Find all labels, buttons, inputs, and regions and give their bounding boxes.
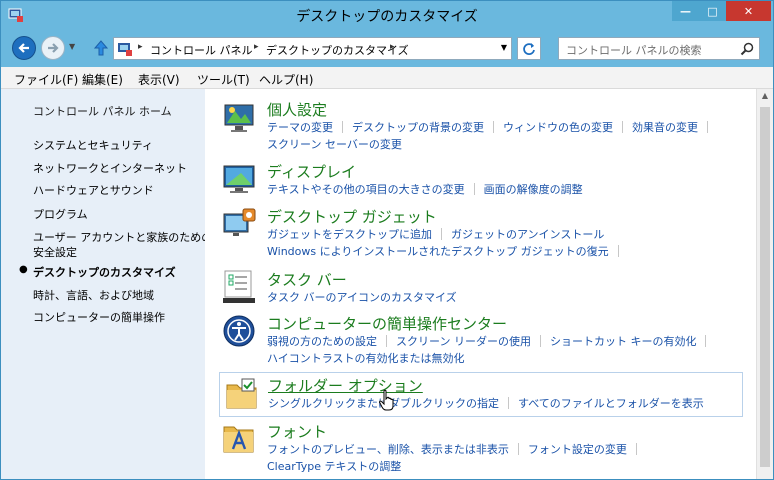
scroll-up-arrow-icon[interactable]: ▲ <box>757 91 773 103</box>
address-bar[interactable]: ▸ コントロール パネル ▸ デスクトップのカスタマイズ ▸ ▼ <box>113 37 512 60</box>
category-title[interactable]: タスク バー <box>267 269 347 290</box>
menu-view[interactable]: 表示(V) <box>138 71 180 88</box>
breadcrumb-separator[interactable]: ▸ <box>138 42 143 52</box>
link-change-background[interactable]: デスクトップの背景の変更 <box>352 121 484 134</box>
control-panel-home-link[interactable]: コントロール パネル ホーム <box>33 103 172 119</box>
recent-pages-dropdown[interactable]: ▼ <box>69 42 75 51</box>
category-gadgets: デスクトップ ガジェット ガジェットをデスクトップに追加 ガジェットのアンインスト… <box>221 206 742 262</box>
back-arrow-icon <box>18 43 29 53</box>
category-links: テーマの変更 デスクトップの背景の変更 ウィンドウの色の変更 効果音の変更 スクリーン… <box>267 119 737 153</box>
link-low-vision[interactable]: 弱視の方のための設定 <box>267 335 377 348</box>
link-uninstall-gadget[interactable]: ガジェットのアンインストール <box>451 228 604 241</box>
category-taskbar: タスク バー タスク バーのアイコンのカスタマイズ <box>221 269 742 309</box>
sidebar-item-appearance[interactable]: デスクトップのカスタマイズ <box>33 264 176 280</box>
link-text-size[interactable]: テキストやその他の項目の大きさの変更 <box>267 183 465 196</box>
minimize-button[interactable]: — <box>672 1 699 21</box>
breadcrumb-control-panel[interactable]: コントロール パネル <box>150 42 253 58</box>
sidebar-item-user-accounts[interactable]: ユーザー アカウントと家族のための <box>33 229 212 245</box>
category-links: タスク バーのアイコンのカスタマイズ <box>267 289 737 306</box>
sidebar-item-ease-of-access[interactable]: コンピューターの簡単操作 <box>33 309 165 325</box>
minimize-icon: — <box>680 4 691 18</box>
category-ease-of-access: コンピューターの簡単操作センター 弱視の方のための設定 スクリーン リーダーの使用… <box>221 313 742 369</box>
link-screen-resolution[interactable]: 画面の解像度の調整 <box>484 183 583 196</box>
close-button[interactable]: ✕ <box>726 1 771 21</box>
sidebar-item-system-security[interactable]: システムとセキュリティ <box>33 137 153 153</box>
link-change-window-color[interactable]: ウィンドウの色の変更 <box>503 121 613 134</box>
category-fonts: フォント フォントのプレビュー、削除、表示または非表示 フォント設定の変更 Cle… <box>221 421 742 477</box>
category-personalization: 個人設定 テーマの変更 デスクトップの背景の変更 ウィンドウの色の変更 効果音の変更 … <box>221 99 742 151</box>
link-change-sounds[interactable]: 効果音の変更 <box>632 121 698 134</box>
menu-help[interactable]: ヘルプ(H) <box>259 71 313 88</box>
category-title[interactable]: コンピューターの簡単操作センター <box>267 313 507 334</box>
scroll-thumb[interactable] <box>760 107 770 467</box>
breadcrumb-current[interactable]: デスクトップのカスタマイズ <box>266 42 409 58</box>
active-item-bullet: ● <box>19 264 28 275</box>
category-title[interactable]: デスクトップ ガジェット <box>267 206 437 227</box>
category-title[interactable]: フォルダー オプション <box>268 375 423 396</box>
link-font-preview[interactable]: フォントのプレビュー、削除、表示または非表示 <box>267 443 509 456</box>
link-shortcut-keys[interactable]: ショートカット キーの有効化 <box>550 335 697 348</box>
link-change-theme[interactable]: テーマの変更 <box>267 121 333 134</box>
title-bar[interactable]: デスクトップのカスタマイズ — □ ✕ <box>1 1 773 31</box>
breadcrumb-separator[interactable]: ▸ <box>254 42 259 52</box>
link-change-screensaver[interactable]: スクリーン セーバーの変更 <box>267 138 402 151</box>
address-history-dropdown[interactable]: ▼ <box>501 43 507 52</box>
link-font-settings[interactable]: フォント設定の変更 <box>528 443 627 456</box>
display-icon[interactable] <box>221 161 257 197</box>
category-links: フォントのプレビュー、削除、表示または非表示 フォント設定の変更 ClearTyp… <box>267 441 737 475</box>
menu-bar: ファイル(F) 編集(E) 表示(V) ツール(T) ヘルプ(H) <box>1 67 773 89</box>
category-links: ガジェットをデスクトップに追加 ガジェットのアンインストール Windows によ… <box>267 226 737 260</box>
category-links: シングルクリックまたはダブルクリックの指定すべてのファイルとフォルダーを表示 <box>268 395 738 412</box>
ease-of-access-icon[interactable] <box>221 313 257 349</box>
maximize-icon: □ <box>707 4 718 18</box>
link-add-gadget[interactable]: ガジェットをデスクトップに追加 <box>267 228 432 241</box>
forward-button[interactable] <box>41 36 65 60</box>
category-title[interactable]: フォント <box>267 421 327 442</box>
close-icon: ✕ <box>743 4 754 18</box>
forward-arrow-icon <box>48 43 59 53</box>
menu-edit[interactable]: 編集(E) <box>82 71 123 88</box>
category-links: 弱視の方のための設定 スクリーン リーダーの使用 ショートカット キーの有効化 ハイ… <box>267 333 737 367</box>
window: デスクトップのカスタマイズ — □ ✕ ▼ ▸ コントロール パネル ▸ デスク… <box>0 0 774 480</box>
window-title: デスクトップのカスタマイズ <box>296 9 478 25</box>
sidebar-item-user-accounts-line2[interactable]: 安全設定 <box>33 244 77 260</box>
control-panel-icon <box>118 43 132 56</box>
back-button[interactable] <box>12 36 36 60</box>
search-icon[interactable] <box>740 42 754 56</box>
link-high-contrast[interactable]: ハイコントラストの有効化または無効化 <box>267 352 465 365</box>
search-placeholder: コントロール パネルの検索 <box>566 44 702 57</box>
breadcrumb-separator[interactable]: ▸ <box>390 42 395 52</box>
menu-file[interactable]: ファイル(F) <box>14 71 78 88</box>
gadgets-icon[interactable] <box>221 206 257 242</box>
category-links: テキストやその他の項目の大きさの変更 画面の解像度の調整 <box>267 181 737 198</box>
maximize-button[interactable]: □ <box>699 1 726 21</box>
category-title[interactable]: ディスプレイ <box>267 161 356 182</box>
left-navigation-pane: コントロール パネル ホーム システムとセキュリティ ネットワークとインターネッ… <box>1 89 212 479</box>
main-content-pane: 個人設定 テーマの変更 デスクトップの背景の変更 ウィンドウの色の変更 効果音の変更 … <box>205 89 756 479</box>
hand-cursor-icon <box>379 389 394 411</box>
menu-tools[interactable]: ツール(T) <box>197 71 250 88</box>
link-restore-gadgets[interactable]: Windows によりインストールされたデスクトップ ガジェットの復元 <box>267 245 609 258</box>
refresh-button[interactable] <box>517 37 541 60</box>
navigation-bar: ▼ ▸ コントロール パネル ▸ デスクトップのカスタマイズ ▸ ▼ コントロー… <box>7 32 769 66</box>
up-arrow-icon[interactable] <box>91 38 111 58</box>
search-input[interactable]: コントロール パネルの検索 <box>558 37 760 60</box>
link-customize-taskbar-icons[interactable]: タスク バーのアイコンのカスタマイズ <box>267 291 457 304</box>
personalization-icon[interactable] <box>221 99 257 135</box>
sidebar-item-clock-language[interactable]: 時計、言語、および地域 <box>33 287 154 303</box>
sidebar-item-hardware-sound[interactable]: ハードウェアとサウンド <box>33 182 154 198</box>
link-cleartype[interactable]: ClearType テキストの調整 <box>267 460 401 473</box>
category-folder-options[interactable]: フォルダー オプション シングルクリックまたはダブルクリックの指定すべてのファイ… <box>219 372 743 417</box>
category-display: ディスプレイ テキストやその他の項目の大きさの変更 画面の解像度の調整 <box>221 161 742 201</box>
vertical-scrollbar[interactable]: ▲ <box>756 89 773 479</box>
fonts-icon[interactable] <box>221 421 257 457</box>
link-show-hidden-files[interactable]: すべてのファイルとフォルダーを表示 <box>518 397 704 410</box>
link-screen-reader[interactable]: スクリーン リーダーの使用 <box>396 335 531 348</box>
category-title[interactable]: 個人設定 <box>267 99 327 120</box>
sidebar-item-network[interactable]: ネットワークとインターネット <box>33 160 187 176</box>
folder-options-icon[interactable] <box>224 377 260 413</box>
taskbar-icon[interactable] <box>221 269 257 305</box>
sidebar-item-programs[interactable]: プログラム <box>33 206 88 222</box>
refresh-icon <box>523 42 535 55</box>
